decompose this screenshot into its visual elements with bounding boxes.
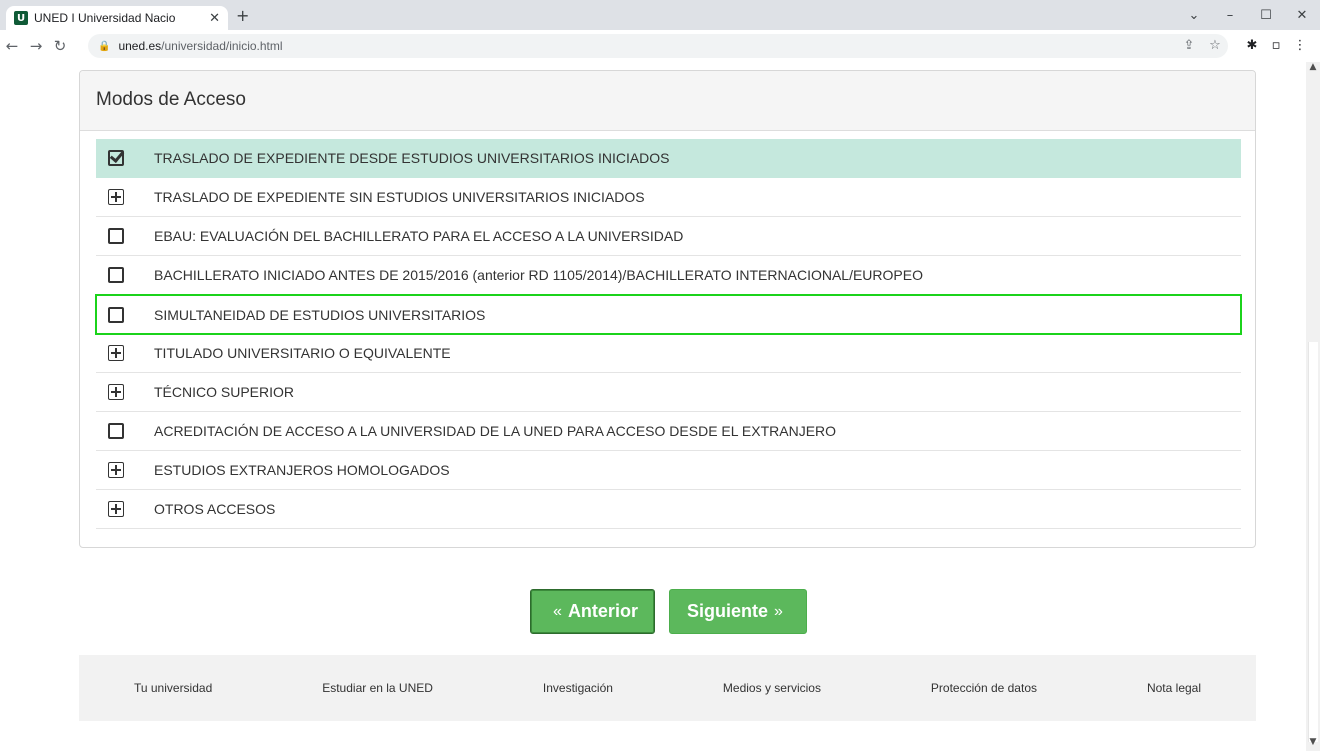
uned-favicon-icon: U — [14, 11, 28, 25]
checkbox-icon[interactable] — [108, 423, 124, 439]
lock-icon[interactable]: 🔒 — [98, 41, 110, 52]
access-mode-list: TRASLADO DE EXPEDIENTE DESDE ESTUDIOS UN… — [95, 139, 1242, 529]
access-mode-option[interactable]: ACREDITACIÓN DE ACCESO A LA UNIVERSIDAD … — [96, 412, 1241, 451]
url-host: uned.es — [118, 39, 162, 53]
access-mode-label: EBAU: EVALUACIÓN DEL BACHILLERATO PARA E… — [154, 228, 684, 244]
checked-checkbox-icon[interactable] — [108, 150, 124, 166]
access-mode-label: ACREDITACIÓN DE ACCESO A LA UNIVERSIDAD … — [154, 423, 837, 439]
access-mode-label: TÉCNICO SUPERIOR — [154, 384, 295, 400]
footer-link[interactable]: Estudiar en la UNED — [322, 681, 433, 695]
tab-close-icon[interactable]: ✕ — [209, 11, 220, 26]
address-bar[interactable]: 🔒 uned.es/universidad/inicio.html ⇪ ☆ — [88, 34, 1228, 58]
tab-search-icon[interactable]: ⌄ — [1176, 8, 1212, 23]
access-mode-label: BACHILLERATO INICIADO ANTES DE 2015/2016… — [154, 267, 923, 283]
menu-kebab-icon[interactable]: ⋮ — [1288, 38, 1312, 53]
maximize-icon[interactable]: ☐ — [1248, 8, 1284, 23]
checkbox-icon[interactable] — [108, 228, 124, 244]
footer-link[interactable]: Tu universidad — [134, 681, 212, 695]
scroll-thumb[interactable] — [1308, 342, 1318, 742]
expand-plus-icon[interactable] — [108, 345, 124, 361]
access-mode-label: TRASLADO DE EXPEDIENTE SIN ESTUDIOS UNIV… — [154, 189, 645, 205]
checkbox-icon[interactable] — [108, 306, 124, 323]
next-button-label: Siguiente — [687, 601, 769, 621]
panel-heading: Modos de Acceso — [80, 71, 1255, 131]
close-window-icon[interactable]: ✕ — [1284, 8, 1320, 23]
share-icon[interactable]: ⇪ — [1176, 38, 1202, 53]
access-mode-option[interactable]: TITULADO UNIVERSITARIO O EQUIVALENTE — [96, 334, 1241, 373]
browser-toolbar: ← → ↻ 🔒 uned.es/universidad/inicio.html … — [0, 30, 1320, 62]
page-scrollbar[interactable]: ▲ ▼ — [1306, 62, 1320, 751]
footer-link[interactable]: Nota legal — [1147, 681, 1201, 695]
back-icon[interactable]: ← — [0, 37, 24, 55]
access-mode-option[interactable]: ESTUDIOS EXTRANJEROS HOMOLOGADOS — [96, 451, 1241, 490]
access-mode-label: TITULADO UNIVERSITARIO O EQUIVALENTE — [154, 345, 451, 361]
access-mode-label: TRASLADO DE EXPEDIENTE DESDE ESTUDIOS UN… — [154, 150, 670, 166]
access-mode-option[interactable]: OTROS ACCESOS — [96, 490, 1241, 529]
browser-tab[interactable]: U UNED I Universidad Nacio ✕ — [6, 6, 228, 30]
footer-link[interactable]: Protección de datos — [931, 681, 1037, 695]
access-modes-panel: Modos de Acceso TRASLADO DE EXPEDIENTE D… — [79, 70, 1256, 548]
double-right-arrow-icon: » — [774, 602, 783, 620]
checkbox-icon[interactable] — [108, 267, 124, 283]
footer-link[interactable]: Medios y servicios — [723, 681, 821, 695]
browser-tab-bar: U UNED I Universidad Nacio ✕ + ⌄ – ☐ ✕ — [0, 0, 1320, 30]
wizard-navigation: « Anterior Siguiente » — [530, 589, 807, 634]
access-mode-option[interactable]: TÉCNICO SUPERIOR — [96, 373, 1241, 412]
side-panel-icon[interactable]: ▫ — [1264, 38, 1288, 53]
previous-button-label: Anterior — [567, 601, 638, 621]
access-mode-option[interactable]: TRASLADO DE EXPEDIENTE DESDE ESTUDIOS UN… — [96, 139, 1241, 178]
access-mode-option[interactable]: EBAU: EVALUACIÓN DEL BACHILLERATO PARA E… — [96, 217, 1241, 256]
access-mode-option[interactable]: TRASLADO DE EXPEDIENTE SIN ESTUDIOS UNIV… — [96, 178, 1241, 217]
extensions-puzzle-icon[interactable]: ✱ — [1240, 38, 1264, 53]
access-mode-label: SIMULTANEIDAD DE ESTUDIOS UNIVERSITARIOS — [154, 306, 486, 323]
access-mode-label: OTROS ACCESOS — [154, 501, 276, 517]
bookmark-star-icon[interactable]: ☆ — [1202, 38, 1228, 53]
window-controls: ⌄ – ☐ ✕ — [1176, 0, 1320, 30]
scroll-up-icon[interactable]: ▲ — [1306, 62, 1320, 76]
access-mode-label: ESTUDIOS EXTRANJEROS HOMOLOGADOS — [154, 462, 450, 478]
forward-icon[interactable]: → — [24, 37, 48, 55]
url-path: /universidad/inicio.html — [161, 39, 283, 53]
minimize-icon[interactable]: – — [1212, 8, 1248, 23]
access-mode-option[interactable]: SIMULTANEIDAD DE ESTUDIOS UNIVERSITARIOS — [95, 294, 1242, 335]
tab-title: UNED I Universidad Nacio — [34, 11, 176, 25]
footer-link[interactable]: Investigación — [543, 681, 613, 695]
scroll-down-icon[interactable]: ▼ — [1306, 737, 1320, 751]
next-button[interactable]: Siguiente » — [669, 589, 807, 634]
new-tab-icon[interactable]: + — [236, 6, 249, 25]
access-mode-option[interactable]: BACHILLERATO INICIADO ANTES DE 2015/2016… — [96, 256, 1241, 295]
previous-button[interactable]: « Anterior — [530, 589, 655, 634]
reload-icon[interactable]: ↻ — [48, 37, 72, 55]
expand-plus-icon[interactable] — [108, 189, 124, 205]
double-left-arrow-icon: « — [553, 602, 562, 620]
site-footer: Tu universidad Estudiar en la UNED Investi… — [79, 655, 1256, 721]
toolbar-icons: ✱ ▫ ⋮ — [1240, 38, 1312, 53]
expand-plus-icon[interactable] — [108, 384, 124, 400]
expand-plus-icon[interactable] — [108, 462, 124, 478]
url-text: uned.es/universidad/inicio.html — [118, 39, 282, 53]
expand-plus-icon[interactable] — [108, 501, 124, 517]
